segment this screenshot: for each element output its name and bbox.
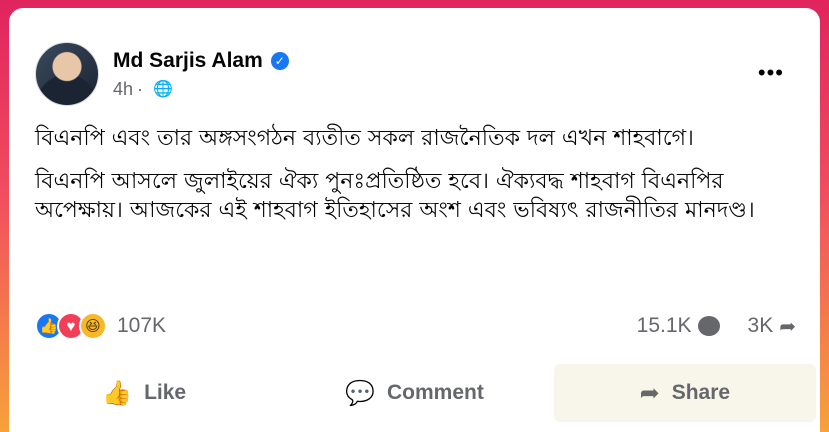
share-icon: ➦	[779, 315, 796, 338]
post-time[interactable]: 4h	[113, 79, 133, 100]
share-label: Share	[671, 381, 731, 404]
comment-icon	[697, 316, 720, 336]
share-icon: ➦	[639, 379, 660, 407]
globe-icon: 🌐	[153, 81, 173, 98]
verified-icon: ✓	[270, 51, 289, 70]
author-meta: Md Sarjis Alam ✓ 4h · 🌐	[113, 49, 289, 100]
post-body: বিএনপি এবং তার অঙ্গসংগঠন ব্যতীত সকল রাজন…	[35, 124, 780, 239]
author-avatar[interactable]	[35, 42, 99, 106]
post-header: Md Sarjis Alam ✓ 4h · 🌐	[35, 42, 289, 106]
comment-count-text: 15.1K	[636, 314, 692, 337]
author-name[interactable]: Md Sarjis Alam	[113, 49, 263, 73]
time-row: 4h · 🌐	[113, 79, 289, 100]
like-button[interactable]: 👍 Like	[13, 364, 275, 422]
share-button[interactable]: ➦ Share	[553, 364, 816, 422]
reactions-row: 👍 ♥ 😆 107K 15.1K 3K ➦	[35, 312, 796, 340]
share-count-text: 3K	[747, 314, 774, 337]
share-count[interactable]: 3K ➦	[748, 314, 796, 339]
haha-reaction-icon: 😆	[79, 312, 107, 340]
more-icon[interactable]: •••	[758, 60, 784, 86]
post-card: Md Sarjis Alam ✓ 4h · 🌐 ••• বিএনপি এবং ত…	[9, 8, 820, 432]
dot-separator: ·	[137, 78, 144, 99]
comment-button[interactable]: 💬 Comment	[283, 364, 545, 422]
post-paragraph: বিএনপি এবং তার অঙ্গসংগঠন ব্যতীত সকল রাজন…	[35, 126, 694, 151]
reaction-count[interactable]: 107K	[117, 314, 166, 338]
engagement-stats: 15.1K 3K ➦	[609, 314, 796, 339]
comment-label: Comment	[387, 381, 484, 404]
like-label: Like	[144, 381, 187, 404]
comment-count[interactable]: 15.1K	[637, 314, 720, 338]
reaction-summary[interactable]: 👍 ♥ 😆 107K	[35, 312, 166, 340]
post-paragraph: বিএনপি আসলে জুলাইয়ের ঐক্য পুনঃপ্রতিষ্ঠি…	[35, 169, 755, 223]
comment-icon: 💬	[345, 379, 376, 407]
action-bar: 👍 Like 💬 Comment ➦ Share	[9, 364, 820, 422]
thumbs-up-icon: 👍	[102, 379, 133, 407]
name-row: Md Sarjis Alam ✓	[113, 49, 289, 73]
